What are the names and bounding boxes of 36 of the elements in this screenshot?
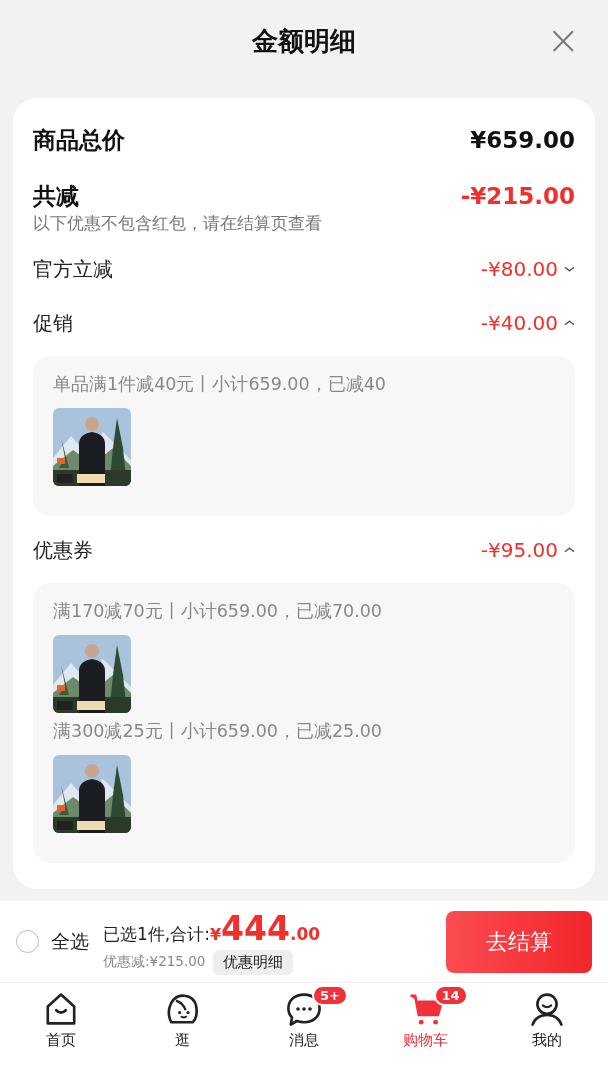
tab-item[interactable]: 14 购物车 (364, 983, 487, 1075)
tab-item[interactable]: 我的 (486, 983, 608, 1075)
total-amount: ¥659.00 (470, 127, 575, 153)
reduction-amount: -¥215.00 (460, 183, 575, 209)
cart-icon (407, 991, 444, 1027)
count-badge: 5+ (312, 985, 348, 1006)
discount-detail-button[interactable]: 优惠明细 (213, 949, 294, 975)
chevron-up-icon[interactable] (564, 546, 575, 554)
total-price: ¥444.00 (209, 908, 321, 948)
rule-text: 满170减70元丨小计659.00，已减70.00 (53, 600, 383, 623)
total-label: 商品总价 (33, 125, 125, 155)
discount-amount: -¥95.00 (480, 538, 558, 562)
selected-count-text: 已选1件,合计: (103, 922, 210, 946)
sheet-title: 金额明细 (252, 24, 356, 58)
discount-label: 官方立减 (33, 255, 113, 283)
reduction-note: 以下优惠不包含红包，请在结算页查看 (33, 212, 323, 235)
rule-text: 满300减25元丨小计659.00，已减25.00 (53, 720, 383, 743)
reduction-label: 共减 (33, 181, 79, 211)
tab-item[interactable]: 逛 (121, 983, 244, 1075)
select-all-label[interactable]: 全选 (51, 928, 89, 955)
count-badge: 14 (433, 985, 468, 1006)
discount-label: 促销 (33, 309, 73, 337)
rule-text: 单品满1件减40元丨小计659.00，已减40 (53, 373, 387, 396)
blob-face-icon (164, 991, 201, 1027)
person-icon (529, 991, 566, 1027)
checkout-button[interactable]: 去结算 (446, 910, 592, 973)
chevron-up-icon[interactable] (564, 319, 575, 327)
chat-bubble-icon (286, 991, 322, 1027)
tab-item[interactable]: 5+ 消息 (243, 983, 365, 1075)
chevron-down-icon[interactable] (564, 265, 575, 273)
discount-amount: -¥80.00 (480, 257, 558, 281)
tab-item[interactable]: 首页 (0, 983, 122, 1075)
discount-total-text: 优惠减:¥215.00 (103, 953, 206, 971)
discount-amount: -¥40.00 (480, 311, 558, 335)
close-button[interactable]: × (542, 18, 584, 62)
discount-label: 优惠券 (33, 536, 93, 564)
